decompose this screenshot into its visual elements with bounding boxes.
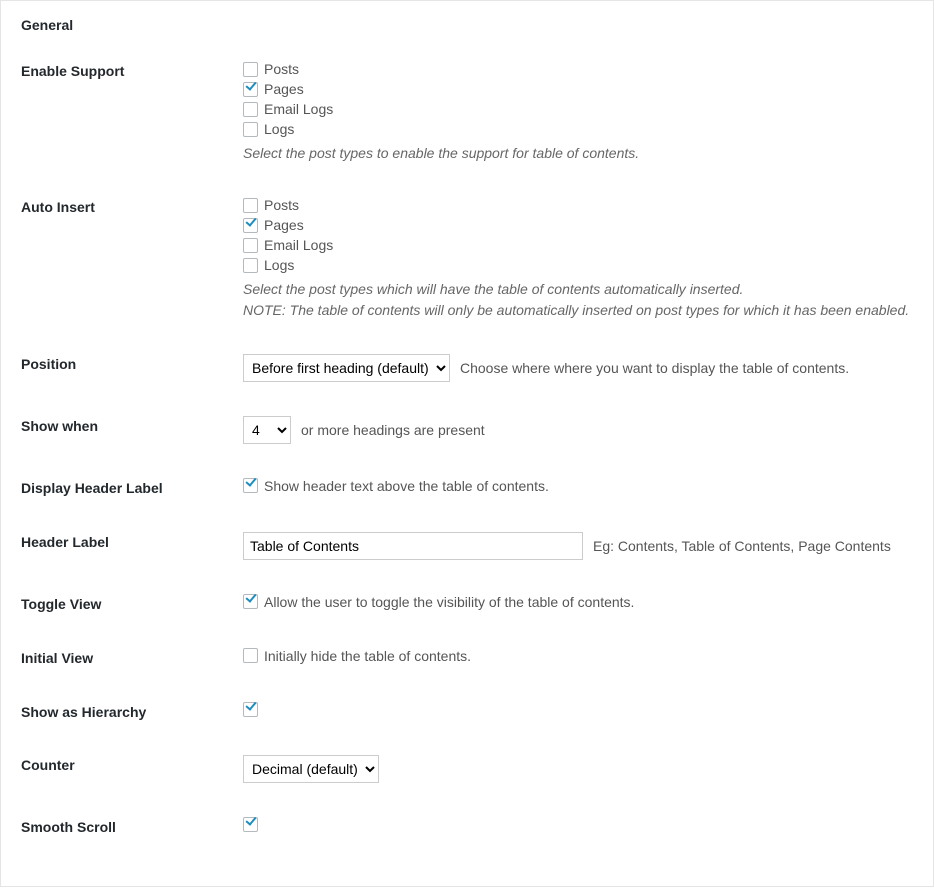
enable-support-helper: Select the post types to enable the supp… — [243, 143, 913, 163]
auto-insert-logs-label: Logs — [264, 257, 294, 273]
general-settings-panel: General Enable Support Posts Pages Email… — [0, 0, 934, 887]
auto-insert-email-logs-label: Email Logs — [264, 237, 333, 253]
row-initial-view: Initial View Initially hide the table of… — [21, 648, 913, 668]
auto-insert-pages-label: Pages — [264, 217, 304, 233]
enable-support-pages-label: Pages — [264, 81, 304, 97]
position-hint: Choose where where you want to display t… — [460, 360, 849, 376]
label-toggle-view: Toggle View — [21, 594, 243, 612]
panel-title: General — [21, 17, 913, 33]
row-smooth-scroll: Smooth Scroll — [21, 817, 913, 836]
row-display-header-label: Display Header Label Show header text ab… — [21, 478, 913, 498]
smooth-scroll-checkbox[interactable] — [243, 817, 258, 832]
enable-support-email-logs-label: Email Logs — [264, 101, 333, 117]
enable-support-logs-checkbox[interactable] — [243, 122, 258, 137]
enable-support-posts-checkbox[interactable] — [243, 62, 258, 77]
row-counter: Counter Decimal (default) — [21, 755, 913, 783]
label-initial-view: Initial View — [21, 648, 243, 666]
label-counter: Counter — [21, 755, 243, 773]
header-label-input[interactable] — [243, 532, 583, 560]
auto-insert-helper-line2: NOTE: The table of contents will only be… — [243, 300, 913, 320]
display-header-label-hint: Show header text above the table of cont… — [264, 478, 549, 494]
display-header-label-checkbox[interactable] — [243, 478, 258, 493]
enable-support-posts-label: Posts — [264, 61, 299, 77]
row-show-when: Show when 4 or more headings are present — [21, 416, 913, 444]
label-show-when: Show when — [21, 416, 243, 434]
label-auto-insert: Auto Insert — [21, 197, 243, 215]
position-select[interactable]: Before first heading (default) — [243, 354, 450, 382]
label-display-header-label: Display Header Label — [21, 478, 243, 496]
row-show-hierarchy: Show as Hierarchy — [21, 702, 913, 721]
show-when-hint: or more headings are present — [301, 422, 485, 438]
enable-support-pages-checkbox[interactable] — [243, 82, 258, 97]
auto-insert-logs-checkbox[interactable] — [243, 258, 258, 273]
auto-insert-posts-checkbox[interactable] — [243, 198, 258, 213]
initial-view-hint: Initially hide the table of contents. — [264, 648, 471, 664]
enable-support-email-logs-checkbox[interactable] — [243, 102, 258, 117]
header-label-hint: Eg: Contents, Table of Contents, Page Co… — [593, 538, 891, 554]
toggle-view-checkbox[interactable] — [243, 594, 258, 609]
label-enable-support: Enable Support — [21, 61, 243, 79]
auto-insert-pages-checkbox[interactable] — [243, 218, 258, 233]
show-hierarchy-checkbox[interactable] — [243, 702, 258, 717]
toggle-view-hint: Allow the user to toggle the visibility … — [264, 594, 634, 610]
label-show-hierarchy: Show as Hierarchy — [21, 702, 243, 720]
label-position: Position — [21, 354, 243, 372]
auto-insert-posts-label: Posts — [264, 197, 299, 213]
auto-insert-helper-line1: Select the post types which will have th… — [243, 281, 743, 297]
row-toggle-view: Toggle View Allow the user to toggle the… — [21, 594, 913, 614]
counter-select[interactable]: Decimal (default) — [243, 755, 379, 783]
auto-insert-email-logs-checkbox[interactable] — [243, 238, 258, 253]
enable-support-logs-label: Logs — [264, 121, 294, 137]
row-header-label: Header Label Eg: Contents, Table of Cont… — [21, 532, 913, 560]
label-smooth-scroll: Smooth Scroll — [21, 817, 243, 835]
row-enable-support: Enable Support Posts Pages Email Logs Lo… — [21, 61, 913, 163]
initial-view-checkbox[interactable] — [243, 648, 258, 663]
show-when-select[interactable]: 4 — [243, 416, 291, 444]
row-auto-insert: Auto Insert Posts Pages Email Logs Logs … — [21, 197, 913, 320]
label-header-label: Header Label — [21, 532, 243, 550]
auto-insert-helper: Select the post types which will have th… — [243, 279, 913, 320]
row-position: Position Before first heading (default) … — [21, 354, 913, 382]
